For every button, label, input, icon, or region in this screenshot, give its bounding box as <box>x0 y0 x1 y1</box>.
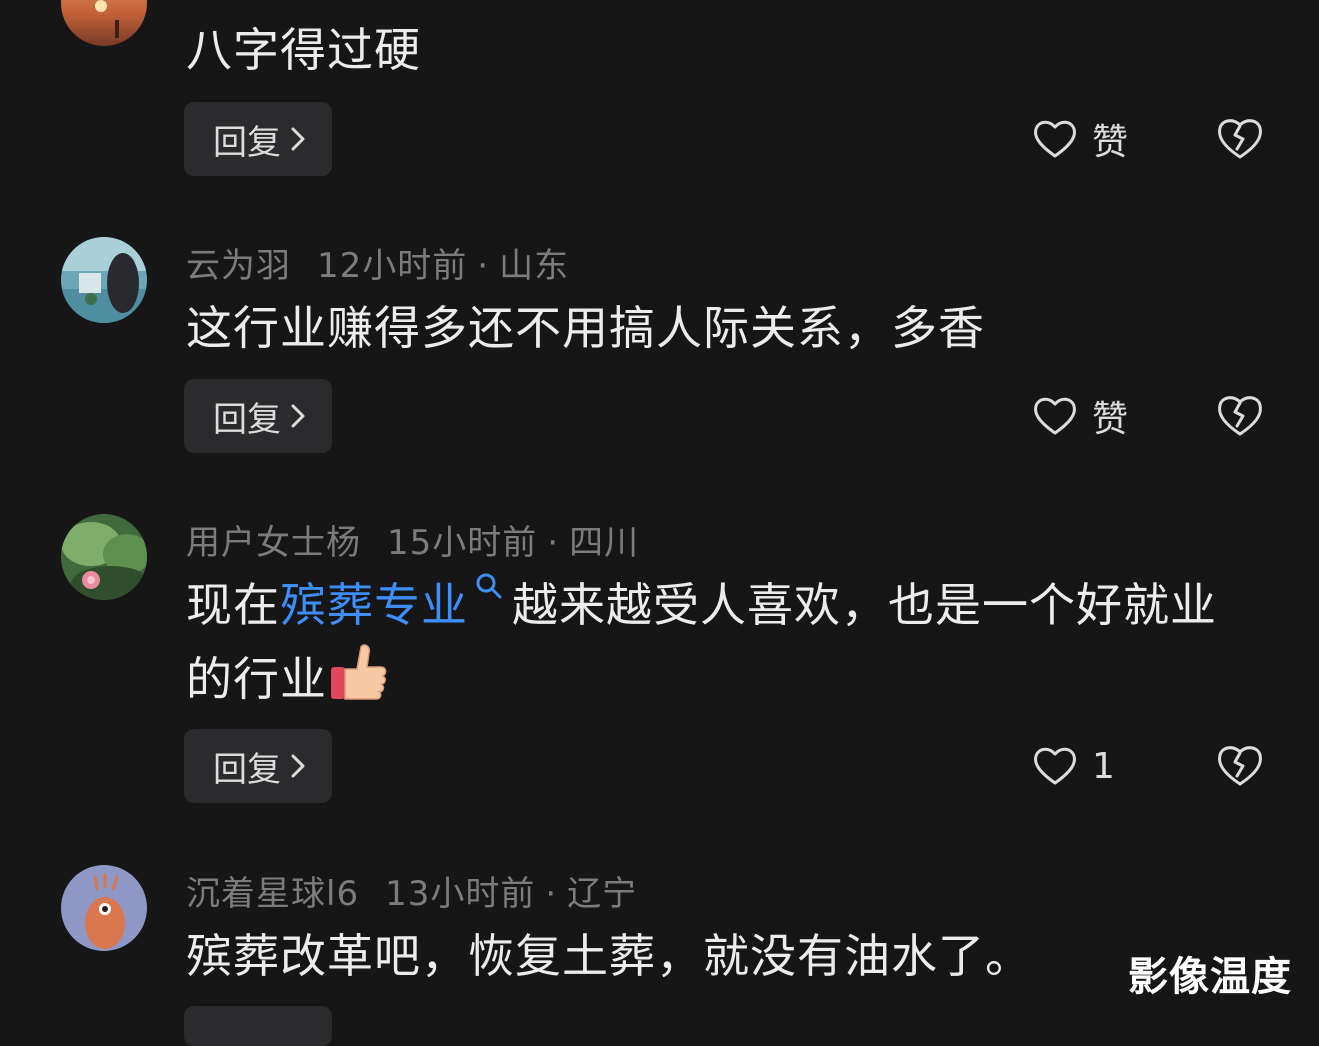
heart-icon <box>1034 120 1076 158</box>
chevron-right-icon <box>291 127 305 151</box>
search-link[interactable]: 殡葬专业 <box>280 578 468 632</box>
like-count: 1 <box>1092 745 1115 787</box>
meta-separator: · <box>545 874 558 914</box>
avatar[interactable] <box>61 0 147 46</box>
timestamp: 15小时前 <box>387 523 538 563</box>
comment-text: 殡葬改革吧，恢复土葬，就没有油水了。 <box>186 929 1032 983</box>
avatar[interactable] <box>61 865 147 951</box>
username[interactable]: 云为羽 <box>186 246 291 286</box>
broken-heart-icon <box>1218 746 1262 786</box>
username[interactable]: 用户女士杨 <box>186 523 361 563</box>
timestamp: 13小时前 <box>385 874 536 914</box>
avatar[interactable] <box>61 237 147 323</box>
location: 四川 <box>569 523 640 563</box>
like-label: 赞 <box>1092 399 1129 440</box>
location: 辽宁 <box>567 874 638 914</box>
comment-meta: 云为羽 12小时前 · 山东 <box>186 238 569 287</box>
broken-heart-icon <box>1218 119 1262 159</box>
avatar-image <box>61 514 147 600</box>
broken-heart-icon <box>1218 396 1262 436</box>
comment-text: 八字得过硬 <box>186 23 421 77</box>
dislike-button[interactable] <box>1214 729 1266 803</box>
like-label: 赞 <box>1092 122 1129 163</box>
chevron-right-icon <box>291 754 305 778</box>
thumbs-up-emoji <box>331 644 387 700</box>
meta-separator: · <box>477 246 490 286</box>
reply-button[interactable] <box>184 1006 332 1046</box>
reply-button[interactable]: 回复 <box>184 729 332 803</box>
meta-separator: · <box>547 523 560 563</box>
avatar[interactable] <box>61 514 147 600</box>
comment-meta: 用户女士杨 15小时前 · 四川 <box>186 515 639 564</box>
heart-icon <box>1034 397 1076 435</box>
comment-text: 现在殡葬专业 越来越受人喜欢，也是一个好就业的行业 <box>186 569 1276 715</box>
comment-meta: 沉着星球l6 13小时前 · 辽宁 <box>186 866 637 915</box>
avatar-image <box>61 0 147 46</box>
watermark: 影像温度 <box>1128 954 1292 1000</box>
avatar-image <box>61 237 147 323</box>
chevron-right-icon <box>291 404 305 428</box>
location: 山东 <box>499 246 570 286</box>
text-segment: 现在 <box>186 578 280 632</box>
search-icon[interactable] <box>474 571 504 611</box>
timestamp: 12小时前 <box>317 246 468 286</box>
heart-icon <box>1034 747 1076 785</box>
like-button[interactable]: 赞 <box>1032 102 1128 176</box>
reply-button[interactable]: 回复 <box>184 379 332 453</box>
dislike-button[interactable] <box>1214 102 1266 176</box>
reply-label: 回复 <box>213 399 281 440</box>
comment-text: 这行业赚得多还不用搞人际关系，多香 <box>186 301 985 355</box>
username[interactable]: 沉着星球l6 <box>186 874 359 914</box>
reply-label: 回复 <box>213 122 281 163</box>
like-button[interactable]: 赞 <box>1032 379 1128 453</box>
like-button[interactable]: 1 <box>1032 729 1115 803</box>
text-segment: 越来越受人喜欢，也是一个好就业 <box>512 578 1217 632</box>
avatar-image <box>61 865 147 951</box>
dislike-button[interactable] <box>1214 379 1266 453</box>
reply-button[interactable]: 回复 <box>184 102 332 176</box>
text-segment: 的行业 <box>186 652 327 706</box>
reply-label: 回复 <box>213 749 281 790</box>
